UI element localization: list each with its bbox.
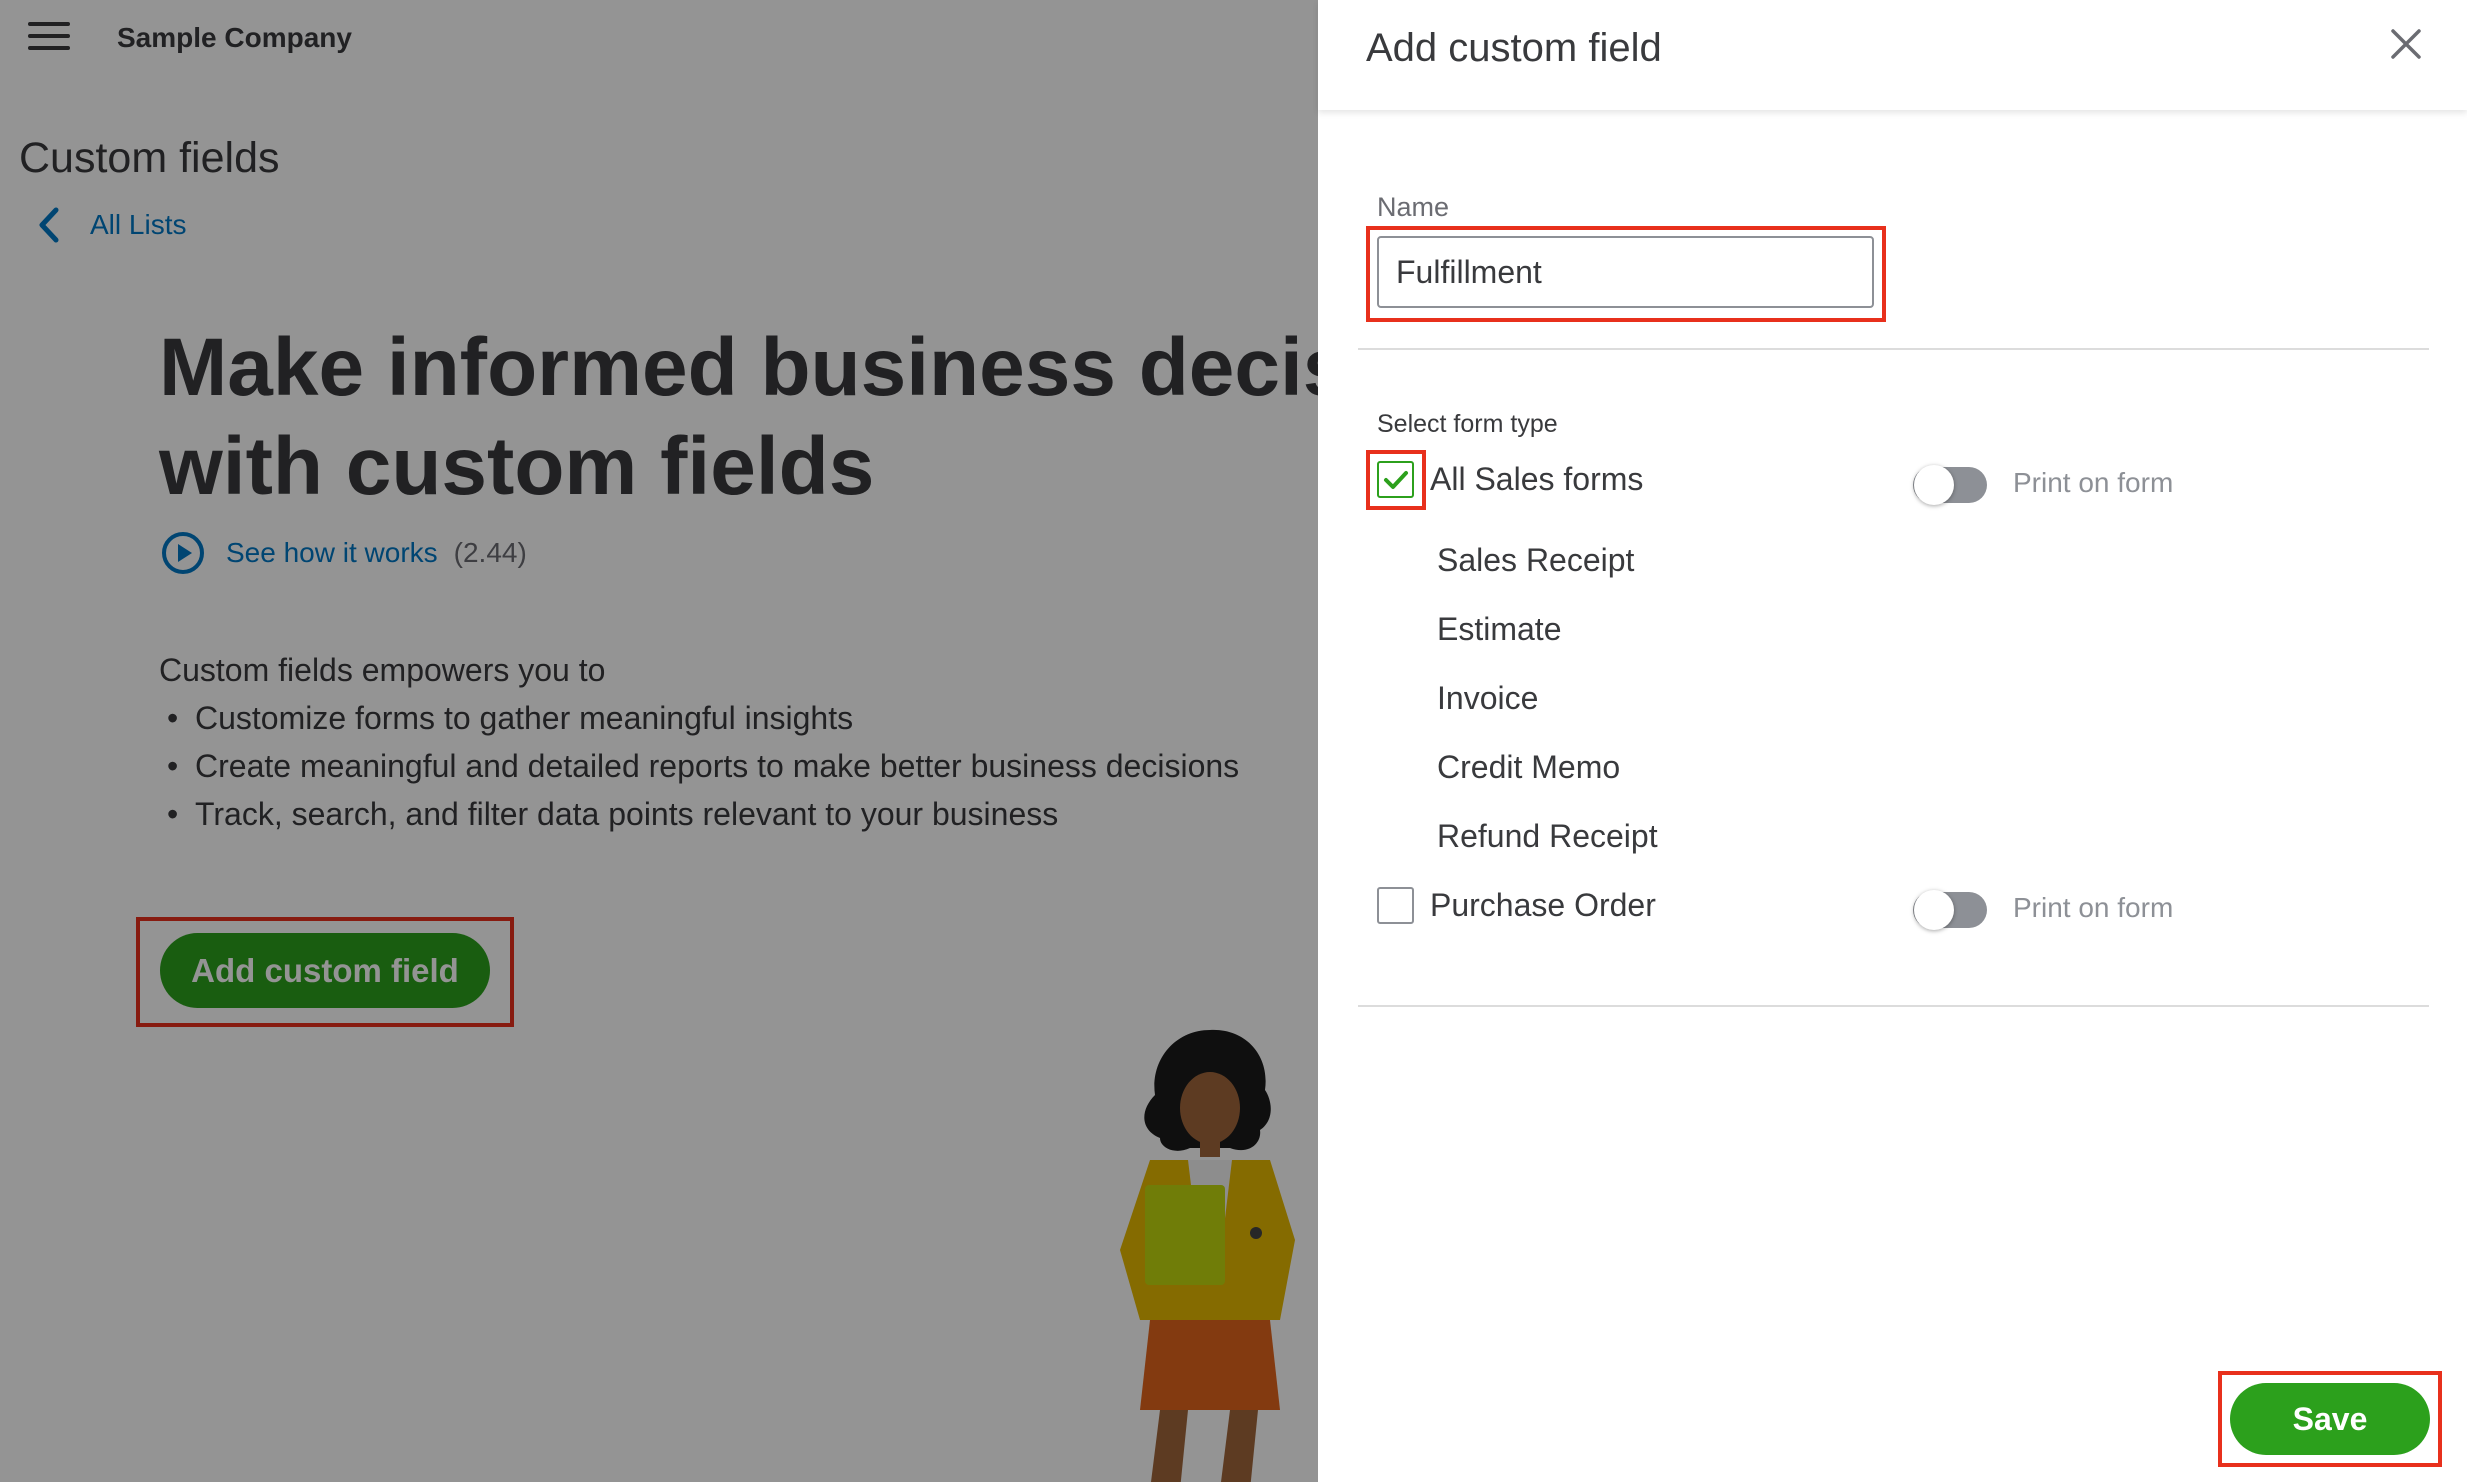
divider <box>1358 348 2429 350</box>
checkmark-icon <box>1383 470 1408 489</box>
all-sales-print-toggle[interactable] <box>1913 465 1987 505</box>
close-icon[interactable] <box>2388 26 2424 62</box>
form-type-label: Select form type <box>1377 410 1558 438</box>
background-page: Sample Company Custom fields All Lists M… <box>0 0 1318 1482</box>
benefit-item: Track, search, and filter data points re… <box>159 790 1239 838</box>
purchase-order-label: Purchase Order <box>1430 887 1656 923</box>
purchase-order-print-label: Print on form <box>2013 892 2174 923</box>
description: Custom fields empowers you to Customize … <box>159 646 1239 838</box>
see-how-label: See how it works <box>226 537 438 568</box>
panel-header: Add custom field <box>1318 0 2467 110</box>
chevron-left-icon <box>39 207 59 243</box>
sales-sub-item: Invoice <box>1437 680 1539 716</box>
video-duration: (2.44) <box>453 537 527 568</box>
purchase-order-row: Purchase Order <box>1377 887 1656 924</box>
purchase-order-checkbox[interactable] <box>1377 887 1414 924</box>
name-input[interactable] <box>1377 236 1874 308</box>
page-title: Custom fields <box>19 134 280 182</box>
hero-line-1: Make informed business decisions <box>159 322 1318 413</box>
benefit-list: Customize forms to gather meaningful ins… <box>159 694 1239 838</box>
all-sales-forms-row: All Sales forms <box>1377 461 1643 498</box>
name-label: Name <box>1377 192 1450 222</box>
sales-sub-item: Credit Memo <box>1437 749 1621 785</box>
hamburger-icon[interactable] <box>28 22 70 52</box>
add-custom-field-button[interactable]: Add custom field <box>160 933 490 1008</box>
company-name: Sample Company <box>117 22 352 53</box>
divider <box>1358 1005 2429 1007</box>
description-intro: Custom fields empowers you to <box>159 652 606 688</box>
benefit-item: Customize forms to gather meaningful ins… <box>159 694 1239 742</box>
all-sales-print-label: Print on form <box>2013 467 2174 498</box>
purchase-order-print-toggle[interactable] <box>1913 890 1987 930</box>
all-lists-link[interactable]: All Lists <box>34 206 186 244</box>
hero-heading: Make informed business decisions with cu… <box>159 318 1318 516</box>
sales-sub-item: Estimate <box>1437 611 1562 647</box>
woman-illustration <box>1120 1029 1295 1482</box>
sales-sub-item: Refund Receipt <box>1437 818 1658 854</box>
add-custom-field-panel: Add custom field Name Select form type A… <box>1318 0 2467 1482</box>
play-circle-icon <box>162 532 204 574</box>
panel-title: Add custom field <box>1366 26 1662 70</box>
all-sales-forms-label: All Sales forms <box>1430 461 1644 497</box>
all-sales-forms-checkbox[interactable] <box>1377 461 1414 498</box>
save-button[interactable]: Save <box>2230 1383 2430 1455</box>
toggle-knob <box>1914 890 1954 930</box>
see-how-it-works-link[interactable]: See how it works (2.44) <box>160 530 527 576</box>
all-lists-label: All Lists <box>90 209 187 240</box>
benefit-item: Create meaningful and detailed reports t… <box>159 742 1239 790</box>
hero-line-2: with custom fields <box>159 421 875 512</box>
sales-sub-item: Sales Receipt <box>1437 542 1635 578</box>
toggle-knob <box>1914 465 1954 505</box>
